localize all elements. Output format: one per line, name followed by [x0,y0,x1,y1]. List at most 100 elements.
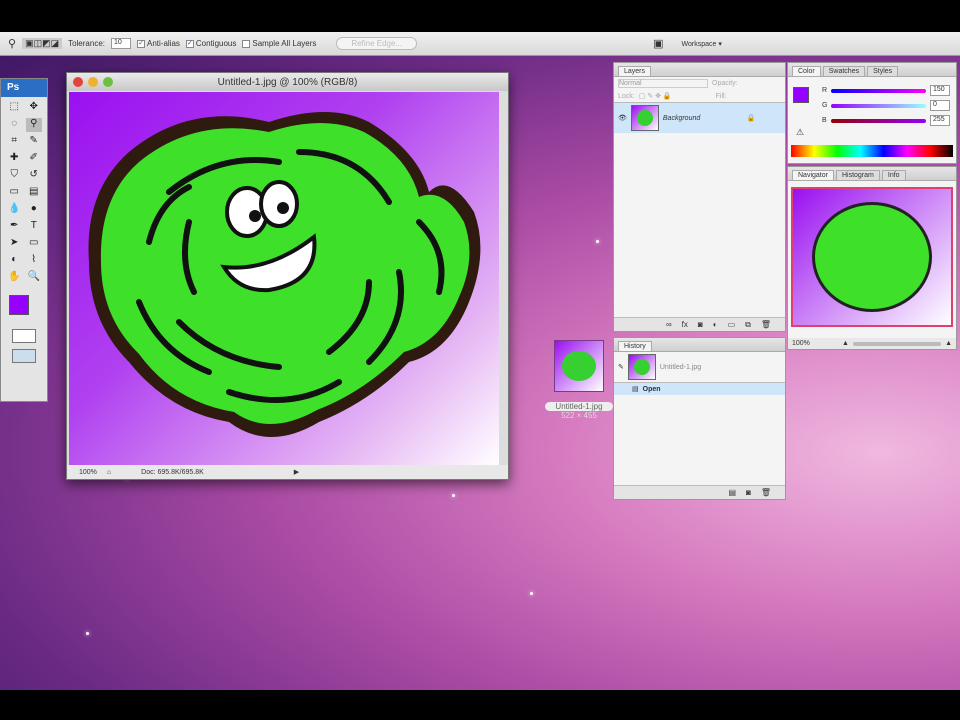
lock-icons[interactable]: ▢ ✎ ✥ 🔒 [639,92,672,100]
layers-footer: ∞ fx ◙ ◐ ▭ ⧉ 🗑 [614,317,785,331]
g-input[interactable]: 0 [930,100,950,111]
layer-name: Background [662,114,701,122]
snapshot-icon[interactable]: ◙ [746,488,751,497]
close-button[interactable] [73,77,83,87]
color-panel: Color Swatches Styles R 150 G 0 B 255 ⚠ [787,62,957,164]
layers-panel: Layers Normal Opacity: Lock: ▢ ✎ ✥ 🔒 Fill: … [613,62,786,332]
new-document-icon[interactable]: ▤ [728,488,736,497]
navigator-zoom-slider[interactable] [852,341,942,346]
history-trash-icon[interactable]: 🗑 [761,488,771,497]
fx-icon[interactable]: fx [682,320,688,329]
workspace-menu[interactable]: Workspace ▾ [682,40,722,48]
tab-layers[interactable]: Layers [618,66,652,76]
link-icon[interactable]: ∞ [666,320,672,329]
magic-wand-tool-icon[interactable]: ⚲ [25,118,42,132]
blend-mode-select[interactable]: Normal [618,79,708,88]
history-step-open[interactable]: ▤ Open [614,383,785,395]
tab-swatches[interactable]: Swatches [822,66,866,76]
history-brush-source-icon[interactable]: ✎ [618,363,624,371]
b-input[interactable]: 255 [930,115,950,126]
document-window: Untitled-1.jpg @ 100% (RGB/8) 100% ⌂ Doc… [66,72,509,480]
stamp-tool-icon[interactable]: ⛉ [6,169,23,183]
desktop-file-icon[interactable]: Untitled-1.jpg 522 × 455 [545,340,613,420]
r-label: R [822,87,828,94]
sample-all-label: Sample All Layers [252,39,317,48]
status-menu-arrow[interactable]: ▶ [294,468,299,476]
zoom-level[interactable]: 100% [79,469,97,476]
navigator-preview[interactable] [791,187,953,327]
eraser-tool-icon[interactable]: ▭ [6,186,23,200]
marquee-tool-icon[interactable]: ⬚ [6,101,23,115]
anti-alias-checkbox[interactable]: ✓ Anti-alias [137,39,180,48]
tolerance-input[interactable]: 10 [111,38,131,49]
hand-tool-icon[interactable]: ✋ [6,271,23,285]
screen-mode-icon[interactable] [12,349,36,363]
healing-tool-icon[interactable]: ✚ [6,152,23,166]
history-panel: History ✎ Untitled-1.jpg ▤ Open ▤ ◙ 🗑 [613,337,786,500]
r-input[interactable]: 150 [930,85,950,96]
tab-histogram[interactable]: Histogram [835,170,880,180]
3d-tool-icon[interactable]: ◐ [6,254,23,268]
cabbage-illustration [88,112,481,437]
bridge-icon[interactable]: ▣ [653,37,663,50]
mask-icon[interactable]: ◙ [698,320,703,329]
trash-icon[interactable]: 🗑 [761,320,771,329]
shape-tool-icon[interactable]: ▭ [26,237,43,251]
path-select-icon[interactable]: ➤ [6,237,23,251]
zoom-out-icon[interactable]: ▲ [842,340,849,347]
pen-tool-icon[interactable]: ✒ [6,220,23,234]
quick-mask-icon[interactable] [12,329,36,343]
color-ramp[interactable] [791,145,953,157]
history-step-label: Open [642,385,661,393]
selection-mode-icons[interactable]: ▣◫◩◪ [22,38,63,49]
zoom-in-icon[interactable]: ▲ [945,340,952,347]
fg-color-swatch[interactable] [793,87,809,103]
move-tool-icon[interactable]: ✥ [26,101,43,115]
zoom-tool-icon[interactable]: 🔍 [26,271,43,285]
minimize-button[interactable] [88,77,98,87]
tab-navigator[interactable]: Navigator [792,170,834,180]
contiguous-checkbox[interactable]: ✓ Contiguous [185,39,237,48]
magic-wand-icon[interactable]: ⚲ [8,37,16,50]
tab-styles[interactable]: Styles [867,66,899,76]
b-label: B [822,117,827,124]
contiguous-label: Contiguous [195,39,237,48]
tab-info[interactable]: Info [881,170,906,180]
ps-logo: Ps [1,79,47,97]
gamut-warning-icon[interactable]: ⚠ [796,127,804,138]
visibility-eye-icon[interactable]: 👁 [618,114,627,122]
tab-color[interactable]: Color [792,66,821,76]
new-layer-icon[interactable]: ⧉ [745,320,751,330]
foreground-color-swatch[interactable] [9,295,29,315]
tools-panel: Ps ⬚ ✥ ◌ ⚲ ⌗ ✎ ✚ ✐ ⛉ ↺ ▭ ▤ 💧 ● ✒ T ➤ ▭ ◐ ⌇ ✋ 🔍 [0,78,48,402]
gradient-tool-icon[interactable]: ▤ [26,186,43,200]
file-thumbnail [554,340,604,392]
blur-tool-icon[interactable]: 💧 [6,203,23,217]
history-brush-icon[interactable]: ↺ [26,169,43,183]
r-slider[interactable] [831,88,926,93]
g-slider[interactable] [831,103,926,108]
tab-history[interactable]: History [618,341,652,351]
adjustment-icon[interactable]: ◐ [713,320,718,329]
crop-tool-icon[interactable]: ⌗ [6,135,23,149]
zoom-button[interactable] [103,77,113,87]
brush-tool-icon[interactable]: ✐ [26,152,43,166]
dodge-tool-icon[interactable]: ● [26,203,43,217]
lasso-tool-icon[interactable]: ◌ [6,118,23,132]
refine-edge-button[interactable]: Refine Edge... [336,37,418,50]
history-snapshot[interactable]: ✎ Untitled-1.jpg [614,352,785,383]
layer-row-background[interactable]: 👁 Background 🔒 [614,102,785,133]
image-canvas[interactable] [69,92,499,466]
snapshot-name: Untitled-1.jpg [659,363,702,371]
eyedropper-icon[interactable]: ⌇ [26,254,43,268]
b-slider[interactable] [830,118,926,123]
opacity-label: Opacity: [712,80,738,87]
options-bar: ⚲ ▣◫◩◪ Tolerance: 10 ✓ Anti-alias ✓ Contig… [0,32,960,56]
sample-all-layers-checkbox[interactable]: Sample All Layers [242,39,316,48]
lock-icon: 🔒 [746,115,756,122]
slice-tool-icon[interactable]: ✎ [26,135,43,149]
group-icon[interactable]: ▭ [728,320,736,329]
type-tool-icon[interactable]: T [26,220,43,234]
lock-label: Lock: [618,92,635,100]
navigator-zoom[interactable]: 100% [792,340,838,347]
